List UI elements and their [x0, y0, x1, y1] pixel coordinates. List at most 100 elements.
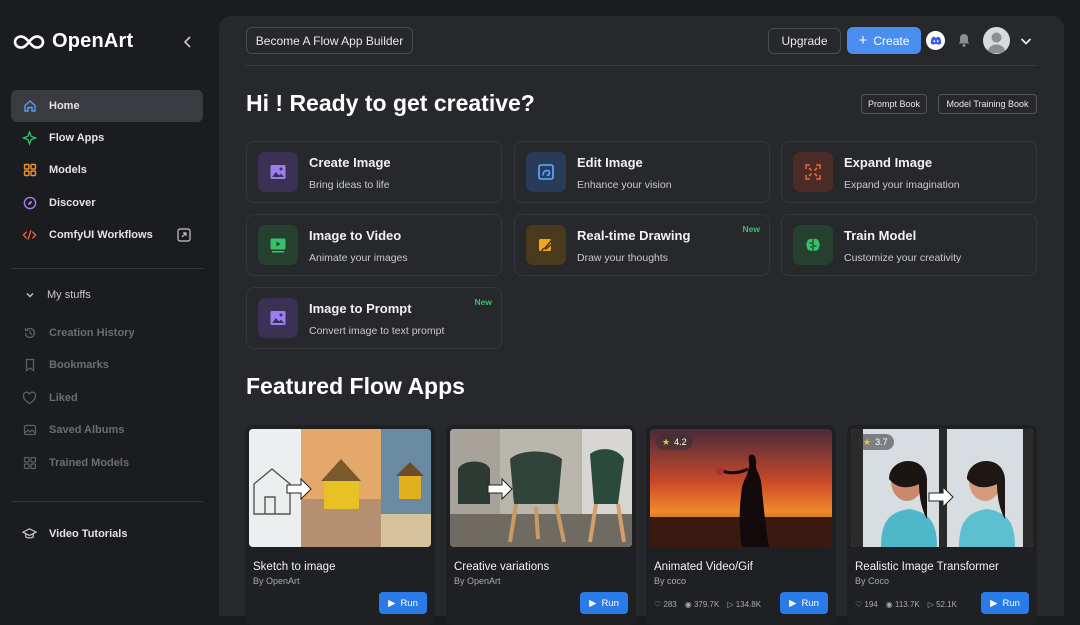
rating-value: 3.7: [875, 437, 888, 447]
app-name: Animated Video/Gif: [654, 561, 753, 573]
tool-card-image-to-video[interactable]: Image to Video Animate your images: [246, 214, 502, 276]
brain-icon: [793, 225, 833, 265]
tool-card-create-image[interactable]: Create Image Bring ideas to life: [246, 141, 502, 203]
collapse-sidebar-icon[interactable]: [180, 34, 196, 50]
openart-logo[interactable]: OpenArt: [13, 30, 133, 53]
app-author: By Coco: [855, 576, 890, 586]
create-button[interactable]: + Create: [847, 27, 921, 54]
run-button[interactable]: ▶ Run: [580, 592, 628, 614]
tool-subtitle: Expand your imagination: [844, 179, 960, 191]
sidebar-item-label: Discover: [49, 197, 96, 209]
app-name: Sketch to image: [253, 561, 336, 573]
bell-icon[interactable]: [956, 32, 972, 48]
sidebar-item-label: Video Tutorials: [49, 528, 128, 540]
tool-card-expand-image[interactable]: Expand Image Expand your imagination: [781, 141, 1037, 203]
prompt-book-button[interactable]: Prompt Book: [861, 94, 927, 114]
flow-app-card-creative-variations[interactable]: Creative variations By OpenArt ▶ Run: [446, 425, 636, 625]
sidebar-item-liked[interactable]: Liked: [11, 382, 203, 414]
album-icon: [22, 423, 37, 438]
brush-icon: [526, 225, 566, 265]
heart-icon: [22, 391, 37, 406]
sidebar-item-label: Flow Apps: [49, 132, 105, 144]
history-icon: [22, 326, 37, 341]
sidebar-item-home[interactable]: Home: [11, 90, 203, 122]
sidebar-divider: [11, 268, 203, 269]
upgrade-button[interactable]: Upgrade: [768, 28, 841, 54]
run-label: Run: [801, 597, 819, 609]
app-author: By OpenArt: [253, 576, 300, 586]
flow-app-card-realistic-image-transformer[interactable]: ★ 3.7 Realistic Image Transformer By Coco…: [847, 425, 1037, 625]
tool-title: Create Image: [309, 155, 391, 170]
run-label: Run: [601, 597, 619, 609]
star-icon: ★: [662, 436, 671, 447]
sidebar-item-video-tutorials[interactable]: Video Tutorials: [11, 518, 203, 550]
rating-badge: ★ 4.2: [656, 434, 693, 450]
sidebar-item-comfyui-workflows[interactable]: ComfyUI Workflows: [11, 219, 203, 251]
external-link-icon: [177, 228, 191, 242]
brand-name: OpenArt: [52, 30, 134, 52]
tool-title: Expand Image: [844, 155, 933, 170]
discord-icon[interactable]: [926, 31, 945, 50]
flow-app-card-sketch-to-image[interactable]: Sketch to image By OpenArt ▶ Run: [245, 425, 435, 625]
run-button[interactable]: ▶ Run: [981, 592, 1029, 614]
sidebar-item-label: Saved Albums: [49, 424, 125, 436]
sidebar-item-bookmarks[interactable]: Bookmarks: [11, 349, 203, 381]
sidebar-divider: [11, 501, 203, 502]
plus-icon: +: [858, 32, 868, 49]
tool-subtitle: Customize your creativity: [844, 252, 962, 264]
my-stuffs-toggle[interactable]: My stuffs: [11, 279, 203, 311]
tool-title: Train Model: [844, 228, 917, 243]
star-icon: ★: [863, 436, 872, 447]
sidebar-item-label: Creation History: [49, 327, 135, 339]
sidebar-item-flow-apps[interactable]: Flow Apps: [11, 122, 203, 154]
app-thumbnail: [249, 429, 431, 547]
flow-app-card-animated-video-gif[interactable]: ★ 4.2 Animated Video/Gif By coco ♡ 283 ◉ …: [646, 425, 836, 625]
sidebar-item-discover[interactable]: Discover: [11, 187, 203, 219]
code-icon: [22, 228, 37, 243]
sidebar-item-saved-albums[interactable]: Saved Albums: [11, 414, 203, 446]
app-name: Realistic Image Transformer: [855, 561, 999, 573]
video-icon: [258, 225, 298, 265]
flow-apps-icon: [22, 130, 37, 146]
tool-subtitle: Convert image to text prompt: [309, 325, 445, 337]
account-menu-chevron-icon[interactable]: [1019, 34, 1033, 48]
sidebar-item-creation-history[interactable]: Creation History: [11, 317, 203, 349]
run-button[interactable]: ▶ Run: [780, 592, 828, 614]
rating-badge: ★ 3.7: [857, 434, 894, 450]
sidebar-item-label: Liked: [49, 392, 78, 404]
become-builder-button[interactable]: Become A Flow App Builder: [246, 27, 413, 54]
image-icon: [258, 152, 298, 192]
new-badge: New: [474, 297, 492, 307]
app-author: By coco: [654, 576, 687, 586]
tool-card-real-time-drawing[interactable]: Real-time Drawing Draw your thoughts New: [514, 214, 770, 276]
my-stuffs-label: My stuffs: [47, 289, 91, 301]
run-button[interactable]: ▶ Run: [379, 592, 427, 614]
page-title: Hi ! Ready to get creative?: [246, 90, 535, 116]
chevron-down-icon: [22, 288, 37, 303]
app-name: Creative variations: [454, 561, 550, 573]
tool-card-edit-image[interactable]: Edit Image Enhance your vision: [514, 141, 770, 203]
sidebar-item-label: Home: [49, 100, 80, 112]
app-thumbnail: ★ 4.2: [650, 429, 832, 547]
sidebar-item-models[interactable]: Models: [11, 154, 203, 186]
tool-subtitle: Draw your thoughts: [577, 252, 669, 264]
main-panel: Become A Flow App Builder Upgrade + Crea…: [219, 16, 1064, 625]
user-avatar[interactable]: [983, 27, 1010, 54]
expand-icon: [793, 152, 833, 192]
bookmark-icon: [22, 358, 37, 373]
tool-title: Edit Image: [577, 155, 643, 170]
trained-models-grid-icon: [22, 456, 37, 471]
sidebar-item-trained-models[interactable]: Trained Models: [11, 447, 203, 479]
tool-card-train-model[interactable]: Train Model Customize your creativity: [781, 214, 1037, 276]
tool-card-image-to-prompt[interactable]: Image to Prompt Convert image to text pr…: [246, 287, 502, 349]
tool-subtitle: Animate your images: [309, 252, 408, 264]
play-icon: ▶: [589, 597, 597, 609]
edit-image-icon: [526, 152, 566, 192]
sidebar-item-label: Bookmarks: [49, 359, 109, 371]
infinity-logo-icon: [13, 34, 45, 49]
models-grid-icon: [22, 163, 37, 178]
image-prompt-icon: [258, 298, 298, 338]
tool-subtitle: Enhance your vision: [577, 179, 672, 191]
create-label: Create: [873, 33, 910, 48]
model-training-book-button[interactable]: Model Training Book: [938, 94, 1037, 114]
